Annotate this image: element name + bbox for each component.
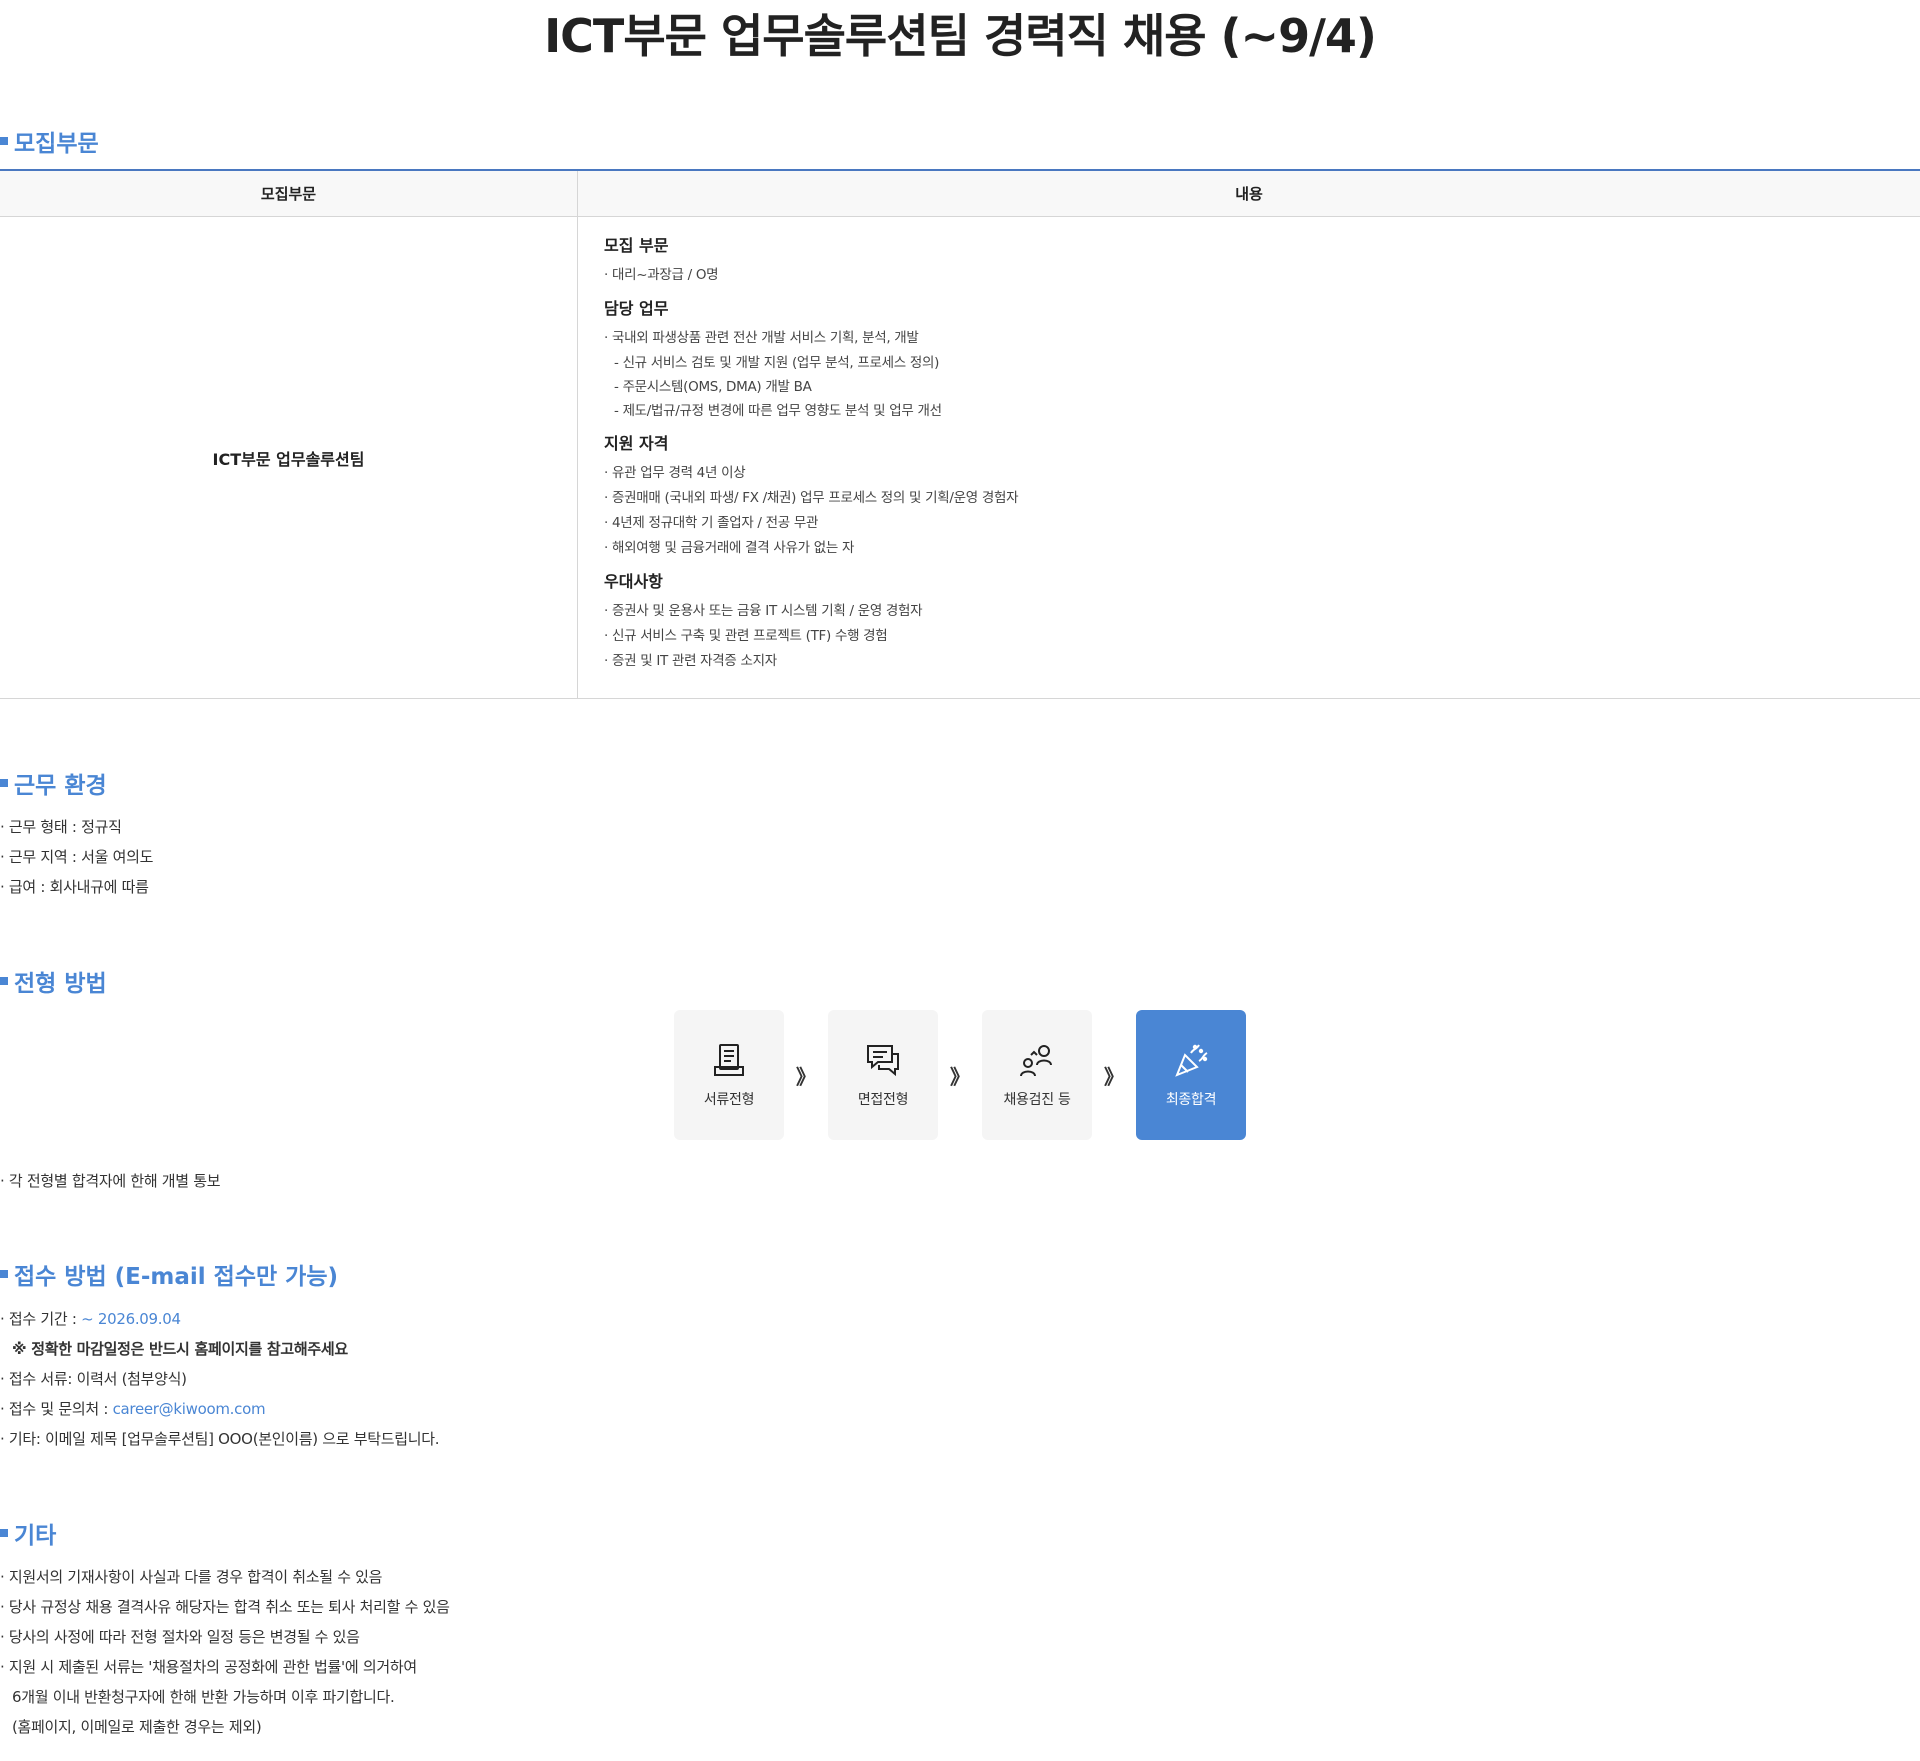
period-value: ~ 2026.09.04 bbox=[81, 1310, 181, 1328]
content-line: - 주문시스템(OMS, DMA) 개발 BA bbox=[614, 379, 812, 395]
contact-email-link[interactable]: career@kiwoom.com bbox=[113, 1400, 266, 1418]
section-heading-apply: 접수 방법 (E-mail 접수만 가능) bbox=[0, 1257, 338, 1291]
content-block: 모집 부문 · 대리~과장급 / O명 bbox=[604, 235, 1920, 288]
list-item: · 기타: 이메일 제목 [업무솔루션팀] OOO(본인이름) 으로 부탁드립니… bbox=[0, 1430, 440, 1448]
team-name-cell: ICT부문 업무솔루션팀 bbox=[0, 216, 578, 699]
chat-icon bbox=[867, 1045, 899, 1077]
table-header-cell: 내용 bbox=[577, 170, 1920, 217]
content-cell: 모집 부문 · 대리~과장급 / O명담당 업무 · 국내외 파생상품 관련 전산 … bbox=[577, 216, 1920, 699]
list-item: · 급여 : 회사내규에 따름 bbox=[0, 878, 149, 896]
step-arrow: 》 bbox=[950, 1064, 970, 1089]
content-block-title: 담당 업무 bbox=[604, 299, 669, 318]
content-line: · 증권사 및 운용사 또는 금융 IT 시스템 기획 / 운영 경험자 bbox=[604, 603, 923, 619]
step-interview: 면접전형 bbox=[828, 1010, 938, 1140]
content-line: - 제도/법규/규정 변경에 따른 업무 영향도 분석 및 업무 개선 bbox=[614, 403, 942, 419]
period-label: · 접수 기간 : bbox=[0, 1310, 82, 1328]
environment-list: · 근무 형태 : 정규직 · 근무 지역 : 서울 여의도 · 급여 : 회사… bbox=[0, 812, 153, 902]
content-line: · 유관 업무 경력 4년 이상 bbox=[604, 465, 746, 481]
bullet-square-icon bbox=[0, 1270, 8, 1278]
step-arrow: 》 bbox=[796, 1064, 816, 1089]
content-line: - 신규 서비스 검토 및 개발 지원 (업무 분석, 프로세스 정의) bbox=[614, 355, 940, 371]
section-heading-recruit: 모집부문 bbox=[0, 124, 99, 158]
list-item: · 근무 지역 : 서울 여의도 bbox=[0, 848, 154, 866]
section-heading-text: 근무 환경 bbox=[14, 773, 107, 799]
table-row: ICT부문 업무솔루션팀 모집 부문 · 대리~과장급 / O명담당 업무 · 국내… bbox=[0, 216, 1920, 699]
step-label: 채용검진 등 bbox=[1003, 1092, 1071, 1108]
list-item: · 각 전형별 합격자에 한해 개별 통보 bbox=[0, 1172, 221, 1190]
section-heading-text: 기타 bbox=[14, 1523, 57, 1549]
bullet-square-icon bbox=[0, 977, 8, 985]
list-item: · 지원서의 기재사항이 사실과 다를 경우 합격이 취소될 수 있음 bbox=[0, 1568, 383, 1586]
section-heading-environment: 근무 환경 bbox=[0, 766, 107, 800]
section-heading-text: 모집부문 bbox=[14, 131, 99, 157]
content-line: · 대리~과장급 / O명 bbox=[604, 267, 719, 283]
step-final-pass: 최종합격 bbox=[1136, 1010, 1246, 1140]
bullet-square-icon bbox=[0, 779, 8, 787]
bullet-square-icon bbox=[0, 1529, 8, 1537]
step-document-screening: 서류전형 bbox=[674, 1010, 784, 1140]
deadline-notice: ※ 정확한 마감일정은 반드시 홈페이지를 참고해주세요 bbox=[12, 1340, 348, 1358]
health-check-icon bbox=[1020, 1045, 1052, 1077]
content-line: · 해외여행 및 금융거래에 결격 사유가 없는 자 bbox=[604, 540, 855, 556]
list-item: · 근무 형태 : 정규직 bbox=[0, 818, 122, 836]
party-popper-icon bbox=[1175, 1044, 1208, 1077]
list-item: · 접수 기간 : ~ 2026.09.04 bbox=[0, 1304, 439, 1334]
process-note: · 각 전형별 합격자에 한해 개별 통보 bbox=[0, 1166, 221, 1196]
list-item: · 접수 및 문의처 : career@kiwoom.com bbox=[0, 1394, 439, 1424]
step-label: 서류전형 bbox=[703, 1092, 755, 1108]
content-block: 우대사항 · 증권사 및 운용사 또는 금융 IT 시스템 기획 / 운영 경험자… bbox=[604, 571, 1920, 674]
list-item: · 지원 시 제출된 서류는 '채용절차의 공정화에 관한 법률'에 의거하여 bbox=[0, 1658, 417, 1676]
section-heading-text: 접수 방법 (E-mail 접수만 가능) bbox=[14, 1264, 339, 1290]
process-flow: 서류전형 》 면접전형 》 채용검진 등 》 최종합격 bbox=[674, 1010, 1246, 1140]
content-line: · 4년제 정규대학 기 졸업자 / 전공 무관 bbox=[604, 515, 819, 531]
content-block-title: 우대사항 bbox=[604, 572, 663, 591]
content-line: · 증권 및 IT 관련 자격증 소지자 bbox=[604, 653, 777, 669]
contact-label: · 접수 및 문의처 : bbox=[0, 1400, 113, 1418]
content-block-title: 모집 부문 bbox=[604, 236, 669, 255]
step-health-check: 채용검진 등 bbox=[982, 1010, 1092, 1140]
list-item: 6개월 이내 반환청구자에 한해 반환 가능하며 이후 파기합니다. bbox=[12, 1688, 395, 1706]
section-heading-other: 기타 bbox=[0, 1516, 56, 1550]
table-header-row: 모집부문 내용 bbox=[0, 170, 1920, 217]
content-block-title: 지원 자격 bbox=[604, 434, 669, 453]
table-header-cell: 모집부문 bbox=[0, 170, 578, 217]
section-heading-text: 전형 방법 bbox=[14, 971, 107, 997]
page-title: ICT부문 업무솔루션팀 경력직 채용 (~9/4) bbox=[544, 9, 1377, 63]
content-block: 담당 업무 · 국내외 파생상품 관련 전산 개발 서비스 기획, 분석, 개발 -… bbox=[604, 298, 1920, 423]
content-line: · 국내외 파생상품 관련 전산 개발 서비스 기획, 분석, 개발 bbox=[604, 330, 919, 346]
content-line: · 신규 서비스 구축 및 관련 프로젝트 (TF) 수행 경험 bbox=[604, 628, 888, 644]
step-label: 면접전형 bbox=[857, 1092, 909, 1108]
content-line: · 증권매매 (국내외 파생/ FX /채권) 업무 프로세스 정의 및 기획/… bbox=[604, 490, 1019, 506]
step-label: 최종합격 bbox=[1165, 1092, 1217, 1108]
section-heading-process: 전형 방법 bbox=[0, 964, 107, 998]
document-icon bbox=[714, 1044, 744, 1076]
other-list: · 지원서의 기재사항이 사실과 다를 경우 합격이 취소될 수 있음 · 당사… bbox=[0, 1562, 450, 1742]
list-item: · 당사 규정상 채용 결격사유 해당자는 합격 취소 또는 퇴사 처리할 수 … bbox=[0, 1598, 450, 1616]
apply-list: · 접수 기간 : ~ 2026.09.04 ※ 정확한 마감일정은 반드시 홈… bbox=[0, 1304, 440, 1454]
step-arrow: 》 bbox=[1104, 1064, 1124, 1089]
list-item: (홈페이지, 이메일로 제출한 경우는 제외) bbox=[12, 1718, 262, 1736]
list-item: · 당사의 사정에 따라 전형 절차와 일정 등은 변경될 수 있음 bbox=[0, 1628, 360, 1646]
bullet-square-icon bbox=[0, 137, 8, 145]
recruit-table: 모집부문 내용 ICT부문 업무솔루션팀 모집 부문 · 대리~과장급 / O명담… bbox=[0, 169, 1920, 699]
list-item: · 접수 서류: 이력서 (첨부양식) bbox=[0, 1370, 187, 1388]
content-block: 지원 자격 · 유관 업무 경력 4년 이상 · 증권매매 (국내외 파생/ FX … bbox=[604, 433, 1920, 561]
